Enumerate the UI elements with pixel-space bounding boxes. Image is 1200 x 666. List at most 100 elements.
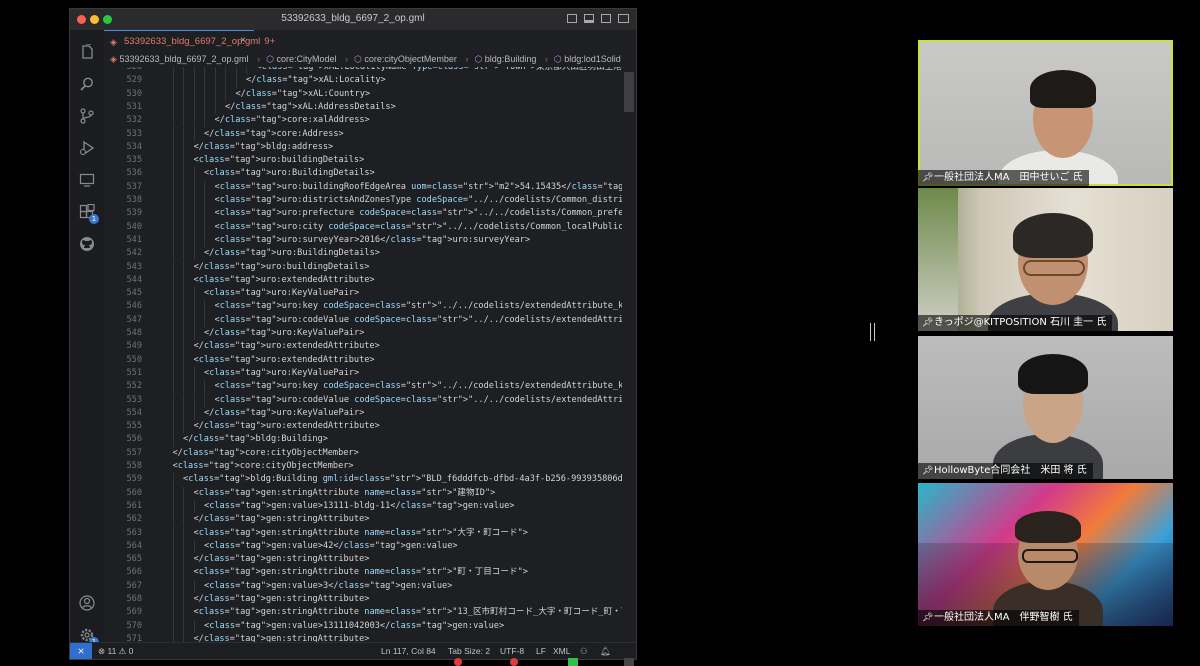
code-text: </class="tag">core:Address> bbox=[204, 128, 344, 139]
code-line[interactable]: 567 <class="tag">gen:value>3</class="tag"… bbox=[104, 579, 624, 593]
code-text: </class="tag">gen:stringAttribute> bbox=[193, 594, 370, 604]
copilot-icon[interactable]: ⚇ bbox=[580, 646, 588, 657]
code-editor[interactable]: 528 <class="tag">xAL:LocalityName Type=cl… bbox=[104, 67, 636, 643]
code-line[interactable]: 537 <class="tag">uro:buildingRoofEdgeArea… bbox=[104, 180, 624, 194]
toggle-panel-icon[interactable] bbox=[584, 14, 594, 23]
code-line[interactable]: 528 <class="tag">xAL:LocalityName Type=cl… bbox=[104, 67, 624, 75]
search-icon[interactable] bbox=[79, 76, 95, 92]
code-line[interactable]: 561 <class="tag">gen:value>13111-bldg-11<… bbox=[104, 499, 624, 514]
breadcrumb-item[interactable]: bldg:lod1Solid bbox=[564, 54, 621, 64]
run-debug-icon[interactable] bbox=[79, 140, 95, 156]
video-tile[interactable]: 📌︎ きっポジ@KITPOSITION 石川 圭一 氏 bbox=[918, 188, 1173, 331]
code-line[interactable]: 569 <class="tag">gen:stringAttribute name… bbox=[104, 606, 624, 620]
code-line[interactable]: 534 </class="tag">bldg:address> bbox=[104, 140, 624, 155]
remote-explorer-icon[interactable] bbox=[79, 172, 95, 188]
code-line[interactable]: 563 <class="tag">gen:stringAttribute name… bbox=[104, 526, 624, 540]
code-line[interactable]: 546 <class="tag">uro:key codeSpace=class=… bbox=[104, 300, 624, 314]
code-line[interactable]: 564 <class="tag">gen:value>42</class="tag… bbox=[104, 539, 624, 554]
code-line[interactable]: 531 </class="tag">xAL:AddressDetails> bbox=[104, 100, 624, 115]
code-line[interactable]: 544 <class="tag">uro:extendedAttribute> bbox=[104, 273, 624, 288]
tab-size[interactable]: Tab Size: 2 bbox=[448, 646, 490, 656]
code-line[interactable]: 554 </class="tag">uro:KeyValuePair> bbox=[104, 406, 624, 421]
customize-layout-icon[interactable] bbox=[618, 14, 629, 23]
line-number: 539 bbox=[126, 208, 142, 219]
source-control-icon[interactable] bbox=[79, 108, 95, 124]
dock-app-icon[interactable] bbox=[454, 658, 462, 666]
indent-guide bbox=[225, 74, 226, 88]
code-line[interactable]: 558 <class="tag">core:cityObjectMember> bbox=[104, 460, 624, 473]
scrollbar-thumb[interactable] bbox=[624, 72, 634, 112]
video-tile[interactable]: 📌︎ 一般社団法人MA 田中せいご 氏 bbox=[918, 40, 1173, 186]
end-of-line[interactable]: LF bbox=[536, 646, 546, 656]
encoding[interactable]: UTF-8 bbox=[500, 646, 524, 656]
video-tile[interactable]: 📌︎ 一般社団法人MA 伴野智樹 氏 bbox=[918, 483, 1173, 626]
indent-guide bbox=[193, 366, 195, 381]
code-line[interactable]: 532 </class="tag">core:xalAddress> bbox=[104, 114, 624, 128]
code-line[interactable]: 530 </class="tag">xAL:Country> bbox=[104, 87, 624, 101]
code-line[interactable]: 553 <class="tag">uro:codeValue codeSpace=… bbox=[104, 393, 624, 407]
code-line[interactable]: 556 </class="tag">bldg:Building> bbox=[104, 433, 624, 447]
extensions-icon[interactable]: 1 bbox=[79, 203, 99, 224]
indent-guide bbox=[183, 393, 184, 407]
dock-app-icon[interactable] bbox=[568, 658, 578, 666]
code-line[interactable]: 559 <class="tag">bldg:Building gml:id=cla… bbox=[104, 473, 624, 487]
code-line[interactable]: 565 </class="tag">gen:stringAttribute> bbox=[104, 553, 624, 567]
close-tab-icon[interactable]: × bbox=[240, 35, 246, 46]
split-view-handle[interactable] bbox=[870, 323, 875, 341]
code-line[interactable]: 545 <class="tag">uro:KeyValuePair> bbox=[104, 287, 624, 301]
code-line[interactable]: 549 </class="tag">uro:extendedAttribute> bbox=[104, 340, 624, 354]
editor-scrollbar[interactable] bbox=[622, 67, 636, 643]
code-line[interactable]: 541 <class="tag">uro:surveyYear>2016</cla… bbox=[104, 233, 624, 248]
language-mode[interactable]: XML bbox=[553, 646, 570, 656]
video-tile[interactable]: 📌︎ HollowByte合同会社 米田 将 氏 bbox=[918, 336, 1173, 479]
code-line[interactable]: 535 <class="tag">uro:buildingDetails> bbox=[104, 154, 624, 168]
dock-app-icon[interactable] bbox=[510, 658, 518, 666]
explorer-icon[interactable] bbox=[79, 43, 95, 60]
code-line[interactable]: 552 <class="tag">uro:key codeSpace=class=… bbox=[104, 380, 624, 394]
line-number: 549 bbox=[126, 341, 142, 352]
manage-gear-icon[interactable]: 1 bbox=[79, 627, 99, 647]
code-line[interactable]: 539 <class="tag">uro:prefecture codeSpace… bbox=[104, 207, 624, 221]
indent-guide bbox=[172, 114, 174, 128]
code-text: <class="tag">uro:extendedAttribute> bbox=[193, 354, 375, 365]
problems-indicator[interactable]: ⊗ 11 ⚠ 0 bbox=[98, 646, 133, 657]
code-line[interactable]: 543 </class="tag">uro:buildingDetails> bbox=[104, 260, 624, 274]
code-line[interactable]: 542 </class="tag">uro:BuildingDetails> bbox=[104, 247, 624, 261]
code-line[interactable]: 533 </class="tag">core:Address> bbox=[104, 127, 624, 141]
breadcrumb-item[interactable]: core:cityObjectMember bbox=[364, 54, 457, 64]
code-line[interactable]: 560 <class="tag">gen:stringAttribute name… bbox=[104, 486, 624, 500]
github-icon[interactable] bbox=[79, 236, 95, 252]
code-line[interactable]: 555 </class="tag">uro:extendedAttribute> bbox=[104, 420, 624, 434]
breadcrumb-item[interactable]: 53392633_bldg_6697_2_op.gml bbox=[119, 54, 248, 64]
notifications-bell-icon[interactable]: 🔔︎ bbox=[600, 646, 611, 657]
accounts-icon[interactable] bbox=[79, 595, 95, 611]
dock-app-icon[interactable] bbox=[624, 658, 634, 666]
code-line[interactable]: 551 <class="tag">uro:KeyValuePair> bbox=[104, 366, 624, 381]
code-line[interactable]: 548 </class="tag">uro:KeyValuePair> bbox=[104, 327, 624, 341]
code-line[interactable]: 540 <class="tag">uro:city codeSpace=class… bbox=[104, 220, 624, 234]
code-line[interactable]: 547 <class="tag">uro:codeValue codeSpace=… bbox=[104, 313, 624, 327]
toggle-secondary-sidebar-icon[interactable] bbox=[601, 14, 611, 23]
code-line[interactable]: 557 </class="tag">core:cityObjectMember> bbox=[104, 447, 624, 460]
code-line[interactable]: 529 </class="tag">xAL:Locality> bbox=[104, 74, 624, 88]
indent-guide bbox=[193, 87, 195, 101]
code-line[interactable]: 570 <class="tag">gen:value>13111042003</c… bbox=[104, 619, 624, 633]
code-line[interactable]: 536 <class="tag">uro:BuildingDetails> bbox=[104, 167, 624, 181]
cursor-position[interactable]: Ln 117, Col 84 bbox=[381, 646, 436, 656]
breadcrumb-item[interactable]: core:CityModel bbox=[276, 54, 336, 64]
indent-guide bbox=[183, 87, 184, 101]
code-line[interactable]: 566 <class="tag">gen:stringAttribute name… bbox=[104, 566, 624, 580]
code-line[interactable]: 568 </class="tag">gen:stringAttribute> bbox=[104, 593, 624, 607]
toggle-sidebar-icon[interactable] bbox=[567, 14, 577, 23]
code-line[interactable]: 562 </class="tag">gen:stringAttribute> bbox=[104, 513, 624, 527]
code-text: </class="tag">uro:buildingDetails> bbox=[193, 261, 370, 272]
editor-tab[interactable]: ◈ 53392633_bldg_6697_2_op.gml 9+ × bbox=[104, 30, 275, 52]
code-line[interactable]: 538 <class="tag">uro:districtsAndZonesTyp… bbox=[104, 194, 624, 208]
activity-bar: 1 1 bbox=[70, 30, 104, 647]
code-text: <class="tag">uro:prefecture codeSpace=cl… bbox=[214, 208, 623, 219]
breadcrumb-item[interactable]: bldg:Building bbox=[485, 54, 537, 64]
remote-indicator[interactable]: ⨯ bbox=[70, 643, 92, 659]
code-line[interactable]: 550 <class="tag">uro:extendedAttribute> bbox=[104, 353, 624, 367]
line-number: 541 bbox=[126, 234, 142, 245]
element-symbol-icon: ⬡ bbox=[354, 54, 362, 64]
